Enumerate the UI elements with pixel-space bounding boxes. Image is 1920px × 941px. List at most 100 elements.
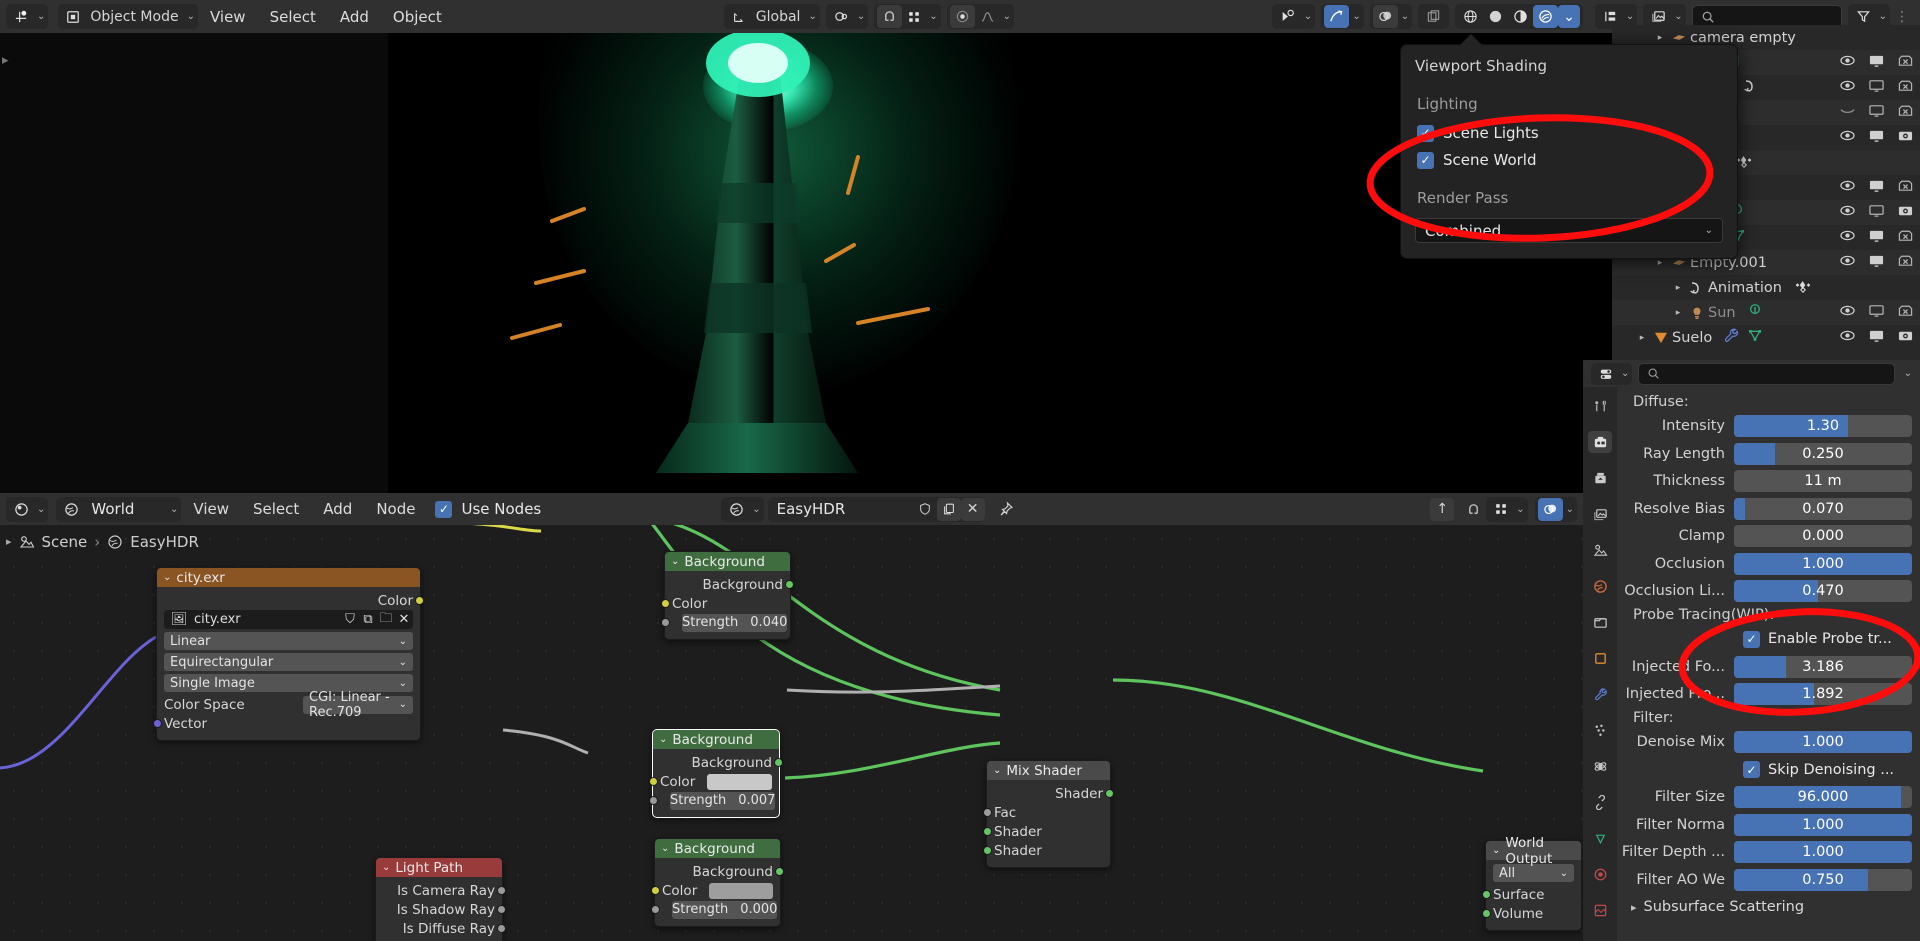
output-socket[interactable] bbox=[497, 886, 506, 895]
camera-off-icon[interactable] bbox=[1897, 303, 1914, 322]
color-swatch[interactable] bbox=[707, 773, 772, 790]
screen-icon[interactable] bbox=[1868, 228, 1885, 247]
property-slider[interactable]: 1.000 bbox=[1734, 552, 1912, 575]
eye-closed-icon[interactable] bbox=[1839, 103, 1856, 122]
camera-off-icon[interactable] bbox=[1897, 253, 1914, 272]
chevron-down-icon[interactable]: ⌄ bbox=[1352, 11, 1360, 22]
proportional-falloff-icon[interactable] bbox=[975, 5, 1000, 28]
menu-add[interactable]: Add bbox=[311, 497, 364, 522]
screen-icon[interactable] bbox=[1868, 178, 1885, 197]
scene-world-checkbox[interactable]: ✓ bbox=[1417, 151, 1434, 169]
node-dropdown[interactable]: All ⌄ bbox=[1493, 864, 1574, 882]
outliner-row[interactable]: ▸ Sun bbox=[1612, 300, 1920, 325]
node-collapse-icon[interactable]: ⌄ bbox=[382, 862, 390, 873]
outliner-disclosure-triangle-icon[interactable]: ▸ bbox=[1670, 308, 1686, 318]
property-checkbox[interactable]: ✓ bbox=[1743, 761, 1760, 778]
shader-type-selector[interactable]: World ⌄ bbox=[56, 496, 182, 522]
node-collapse-icon[interactable]: ⌄ bbox=[659, 734, 667, 745]
menu-select[interactable]: Select bbox=[241, 497, 311, 522]
image-browse-icon[interactable]: 🖼 bbox=[164, 612, 194, 627]
overlays-icon[interactable] bbox=[1372, 5, 1398, 28]
viewport-collapse-arrow-icon[interactable]: ▸ bbox=[2, 53, 9, 68]
chevron-down-icon[interactable]: ⌄ bbox=[929, 11, 937, 22]
properties-tab-column[interactable] bbox=[1583, 387, 1617, 941]
outliner-row-toggles[interactable] bbox=[1839, 228, 1914, 247]
transform-orientation-selector[interactable]: Global ⌄ bbox=[723, 4, 820, 29]
property-slider[interactable]: 0.000 bbox=[1734, 525, 1912, 547]
properties-tab-physics[interactable] bbox=[1588, 755, 1612, 777]
copy-icon[interactable]: ⧉ bbox=[359, 612, 377, 627]
snap-to-icon[interactable] bbox=[1489, 498, 1513, 521]
properties-tab-view-layer[interactable] bbox=[1588, 503, 1612, 525]
world-datablock-browse[interactable]: ⌄ bbox=[721, 496, 764, 522]
render-pass-dropdown[interactable]: Combined ⌄ bbox=[1415, 218, 1723, 243]
input-socket[interactable] bbox=[661, 618, 670, 627]
properties-tab-tool[interactable] bbox=[1588, 395, 1612, 417]
chevron-down-icon[interactable]: ⌄ bbox=[752, 504, 760, 515]
mode-label[interactable]: Object Mode bbox=[85, 5, 183, 28]
shading-solid-icon[interactable] bbox=[1483, 5, 1508, 28]
world-icon[interactable] bbox=[724, 498, 749, 521]
strength-field[interactable]: Strength 0.000 bbox=[672, 900, 778, 919]
use-nodes-checkbox[interactable]: ✓ bbox=[435, 500, 453, 518]
chevron-down-icon[interactable]: ⌄ bbox=[170, 504, 178, 515]
output-socket[interactable] bbox=[1105, 789, 1114, 798]
output-socket[interactable] bbox=[785, 580, 794, 589]
properties-editor-type[interactable]: ⌄ bbox=[1591, 362, 1633, 385]
outliner-row-toggles[interactable] bbox=[1839, 128, 1914, 147]
camera-on-icon[interactable] bbox=[1897, 203, 1914, 222]
properties-editor[interactable]: ⌄ ⌄ Diffuse: Intensity 1.30 Ray Length 0.250… bbox=[1583, 360, 1920, 941]
editor-type-icon[interactable] bbox=[9, 498, 34, 521]
property-slider[interactable]: 1.000 bbox=[1734, 841, 1912, 863]
eye-icon[interactable] bbox=[1839, 228, 1856, 247]
properties-tab-modifier[interactable] bbox=[1588, 683, 1612, 705]
node-header[interactable]: ⌄ Light Path bbox=[376, 858, 502, 877]
input-socket[interactable] bbox=[649, 796, 658, 805]
eye-icon[interactable] bbox=[1839, 128, 1856, 147]
menu-add[interactable]: Add bbox=[328, 4, 381, 29]
eye-icon[interactable] bbox=[1839, 78, 1856, 97]
outliner-row-toggles[interactable] bbox=[1839, 53, 1914, 72]
camera-off-icon[interactable] bbox=[1897, 53, 1914, 72]
input-socket[interactable] bbox=[983, 827, 992, 836]
properties-tab-render[interactable] bbox=[1588, 431, 1612, 453]
pin-icon[interactable] bbox=[993, 498, 1019, 521]
output-socket[interactable] bbox=[774, 758, 783, 767]
input-socket[interactable] bbox=[649, 777, 658, 786]
chevron-down-icon[interactable]: ⌄ bbox=[1566, 504, 1574, 515]
properties-tab-particles[interactable] bbox=[1588, 719, 1612, 741]
snap-to-icon[interactable] bbox=[902, 5, 926, 28]
mix-shader-node[interactable]: ⌄ Mix Shader Shader Fac Shader Shader bbox=[983, 760, 1114, 868]
screen-off-icon[interactable] bbox=[1868, 103, 1885, 122]
shading-rendered-icon[interactable] bbox=[1533, 5, 1559, 28]
colorspace-dropdown[interactable]: CGI: Linear - Rec.709 ⌄ bbox=[303, 690, 413, 720]
property-slider[interactable]: 1.892 bbox=[1734, 683, 1912, 705]
node-overlay-icon[interactable] bbox=[1537, 497, 1563, 521]
outliner-item-label[interactable]: Sun bbox=[1708, 305, 1736, 321]
gizmo-icon[interactable] bbox=[1324, 5, 1350, 28]
node-header[interactable]: ⌄ World Output bbox=[1486, 835, 1581, 867]
property-slider[interactable]: 0.750 bbox=[1734, 868, 1912, 891]
shading-material-preview-icon[interactable] bbox=[1508, 5, 1533, 28]
property-slider[interactable]: 0.070 bbox=[1734, 497, 1912, 520]
world-output-node[interactable]: ⌄ World Output All ⌄ Surface Volume bbox=[1482, 835, 1582, 931]
menu-select[interactable]: Select bbox=[258, 4, 328, 29]
screen-icon[interactable] bbox=[1868, 128, 1885, 147]
property-slider[interactable]: 3.186 bbox=[1734, 655, 1912, 678]
fake-user-shield-icon[interactable]: ⛉ bbox=[341, 612, 359, 627]
outliner-disclosure-triangle-icon[interactable]: ▸ bbox=[1670, 283, 1686, 293]
scene-lights-row[interactable]: ✓ Scene Lights bbox=[1417, 124, 1723, 142]
folder-icon[interactable]: 🗀 bbox=[377, 609, 395, 631]
chevron-down-icon[interactable]: ⌄ bbox=[1621, 368, 1629, 379]
input-socket[interactable] bbox=[983, 808, 992, 817]
chevron-down-icon[interactable]: ⌄ bbox=[1674, 11, 1682, 22]
input-socket[interactable] bbox=[651, 905, 660, 914]
background-node-1[interactable]: ⌄ Background Background Color Strength 0.040 bbox=[661, 551, 794, 640]
pivot-point-icon[interactable] bbox=[829, 5, 854, 28]
snap-magnet-icon[interactable] bbox=[877, 5, 903, 28]
shading-modes-group[interactable]: ⌄ bbox=[1455, 4, 1583, 29]
close-icon[interactable]: ✕ bbox=[395, 612, 413, 627]
camera-off-icon[interactable] bbox=[1897, 78, 1914, 97]
snap-icon[interactable] bbox=[1461, 498, 1486, 521]
keyframes-icon[interactable] bbox=[1792, 277, 1814, 299]
